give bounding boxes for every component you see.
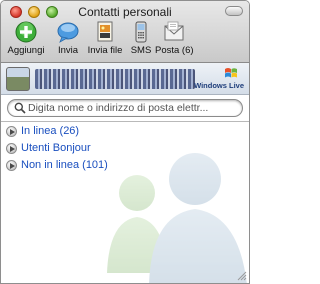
search-input[interactable]: [28, 101, 238, 115]
avatar[interactable]: [6, 67, 30, 91]
group-label: Utenti Bonjour: [21, 142, 91, 154]
group-label: Non in linea (101): [21, 159, 108, 171]
toolbar-toggle-button[interactable]: [225, 6, 243, 16]
chat-bubble-icon: [57, 22, 79, 43]
send-message-label: Invia: [57, 45, 79, 56]
sms-button[interactable]: SMS: [129, 21, 153, 61]
add-contact-icon: [15, 21, 37, 43]
personal-status-banner: Windows Live: [1, 63, 249, 95]
group-label: In linea (26): [21, 125, 80, 137]
send-file-icon: [97, 21, 113, 42]
mail-icon: [164, 21, 184, 41]
group-online[interactable]: In linea (26): [1, 124, 249, 141]
send-file-button[interactable]: Invia file: [85, 21, 125, 61]
mobile-phone-icon: [135, 21, 147, 43]
mail-button[interactable]: Posta (6): [155, 21, 194, 61]
search-field[interactable]: [7, 99, 243, 117]
divider: [1, 121, 249, 122]
disclosure-triangle-icon[interactable]: [6, 143, 17, 154]
disclosure-triangle-icon[interactable]: [6, 160, 17, 171]
toolbar: Aggiungi Invia Invia file SMS Posta (6): [1, 21, 249, 61]
add-contact-label: Aggiungi: [7, 45, 45, 56]
messenger-window: Contatti personali Aggiungi Invia Invia …: [0, 0, 250, 284]
sms-label: SMS: [130, 45, 152, 56]
add-contact-button[interactable]: Aggiungi: [7, 21, 45, 61]
search-icon: [14, 102, 26, 114]
disclosure-triangle-icon[interactable]: [6, 126, 17, 137]
messenger-buddies-watermark-icon: [107, 153, 247, 283]
title-bar: Contatti personali Aggiungi Invia Invia …: [1, 1, 249, 63]
windows-live-text: Windows Live: [194, 81, 244, 90]
send-message-button[interactable]: Invia: [55, 21, 81, 61]
windows-live-logo: Windows Live: [194, 67, 244, 93]
resize-grip-icon[interactable]: [236, 270, 247, 281]
windows-flag-icon: [225, 68, 237, 78]
display-name-obscured[interactable]: [35, 69, 195, 89]
mail-label: Posta (6): [155, 45, 194, 56]
send-file-label: Invia file: [87, 45, 123, 56]
window-title: Contatti personali: [78, 5, 172, 19]
